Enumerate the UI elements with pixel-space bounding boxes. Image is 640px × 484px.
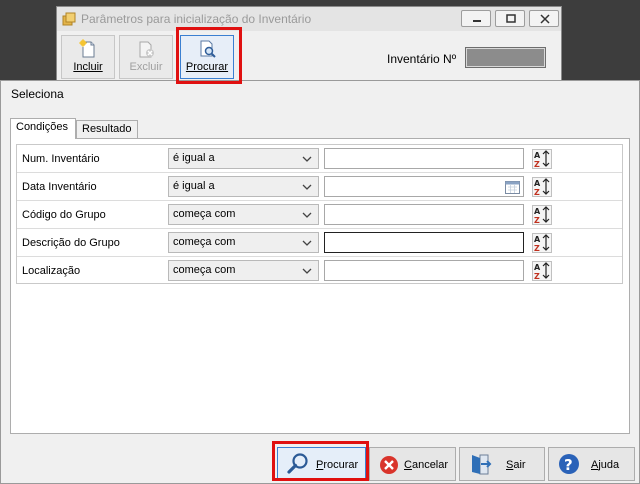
parent-window-title: Parâmetros para inicialização do Inventá…	[81, 12, 312, 26]
new-document-icon	[79, 39, 95, 58]
svg-text:A: A	[534, 179, 541, 188]
condition-label: Localização	[22, 265, 81, 277]
close-icon	[540, 14, 550, 24]
condition-row: Data Inventário é igual a A Z	[17, 173, 622, 201]
delete-document-icon	[139, 41, 154, 58]
sort-az-icon[interactable]: A Z	[532, 177, 552, 197]
sort-az-icon[interactable]: A Z	[532, 261, 552, 281]
maximize-icon	[506, 14, 516, 23]
excluir-button[interactable]: Excluir	[119, 35, 173, 79]
procurar-button-label: Procurar	[316, 459, 359, 471]
incluir-button[interactable]: Incluir	[61, 35, 115, 79]
operator-value: é igual a	[173, 180, 215, 192]
conditions-panel: Num. Inventário é igual a A Z Data Inven…	[10, 138, 630, 434]
ajuda-button[interactable]: ? Ajuda	[548, 447, 635, 481]
magnifier-icon	[287, 453, 308, 474]
sort-az-icon[interactable]: A Z	[532, 149, 552, 169]
value-input[interactable]	[324, 204, 524, 225]
search-document-icon	[200, 40, 216, 58]
condition-row: Descrição do Grupo começa com A Z	[17, 229, 622, 257]
value-input[interactable]	[324, 232, 524, 253]
svg-text:Z: Z	[534, 160, 540, 169]
tab-resultado[interactable]: Resultado	[76, 120, 138, 138]
cancelar-button[interactable]: Cancelar	[369, 447, 456, 481]
chevron-down-icon	[302, 212, 312, 218]
sort-az-icon[interactable]: A Z	[532, 233, 552, 253]
svg-text:A: A	[534, 151, 541, 160]
cancel-icon	[380, 456, 398, 474]
sair-button[interactable]: Sair	[459, 447, 545, 481]
procurar-label: Procurar	[185, 61, 229, 73]
chevron-down-icon	[302, 240, 312, 246]
value-input[interactable]	[324, 260, 524, 281]
date-input[interactable]	[324, 176, 524, 197]
condition-label: Código do Grupo	[22, 209, 106, 221]
condition-row: Num. Inventário é igual a A Z	[17, 145, 622, 173]
cancelar-button-label: Cancelar	[404, 459, 449, 471]
parent-window: Parâmetros para inicialização do Inventá…	[56, 6, 562, 90]
seleciona-dialog: Seleciona Condições Resultado Num. Inven…	[0, 80, 640, 484]
exit-door-icon	[472, 454, 492, 475]
svg-text:Z: Z	[534, 272, 540, 281]
close-button[interactable]	[529, 10, 559, 27]
procurar-button[interactable]: Procurar	[277, 447, 366, 481]
inventario-field[interactable]	[465, 47, 546, 68]
parent-titlebar: Parâmetros para inicialização do Inventá…	[57, 7, 561, 31]
svg-text:A: A	[534, 263, 541, 272]
condition-row: Localização começa com A Z	[17, 257, 622, 285]
minimize-button[interactable]	[461, 10, 491, 27]
toolbar-procurar-button[interactable]: Procurar	[180, 35, 234, 79]
excluir-label: Excluir	[129, 61, 163, 73]
chevron-down-icon	[302, 268, 312, 274]
svg-text:Z: Z	[534, 244, 540, 253]
button-bar: Procurar Cancelar Sair ? Ajuda	[1, 445, 639, 483]
ajuda-button-label: Ajuda	[591, 459, 620, 471]
operator-select[interactable]: começa com	[168, 204, 319, 225]
calendar-icon[interactable]	[505, 180, 520, 194]
condition-label: Data Inventário	[22, 181, 97, 193]
svg-text:A: A	[534, 235, 541, 244]
svg-text:Z: Z	[534, 216, 540, 225]
operator-value: é igual a	[173, 152, 215, 164]
operator-select[interactable]: é igual a	[168, 148, 319, 169]
inventario-label: Inventário Nº	[387, 52, 457, 66]
svg-text:?: ?	[564, 456, 573, 474]
operator-value: começa com	[173, 208, 236, 220]
operator-select[interactable]: começa com	[168, 232, 319, 253]
app-icon	[62, 12, 76, 26]
incluir-label: Incluir	[73, 61, 103, 73]
operator-select[interactable]: é igual a	[168, 176, 319, 197]
operator-select[interactable]: começa com	[168, 260, 319, 281]
operator-value: começa com	[173, 236, 236, 248]
chevron-down-icon	[302, 184, 312, 190]
tab-condicoes[interactable]: Condições	[10, 118, 76, 139]
sort-az-icon[interactable]: A Z	[532, 205, 552, 225]
maximize-button[interactable]	[495, 10, 525, 27]
svg-text:A: A	[534, 207, 541, 216]
help-icon: ?	[559, 454, 579, 474]
sair-button-label: Sair	[506, 459, 526, 471]
condition-label: Descrição do Grupo	[22, 237, 120, 249]
condition-label: Num. Inventário	[22, 153, 100, 165]
condition-row: Código do Grupo começa com A Z	[17, 201, 622, 229]
conditions-grid: Num. Inventário é igual a A Z Data Inven…	[16, 144, 623, 284]
chevron-down-icon	[302, 156, 312, 162]
svg-text:Z: Z	[534, 188, 540, 197]
value-input[interactable]	[324, 148, 524, 169]
minimize-icon	[473, 20, 481, 22]
dialog-title: Seleciona	[11, 87, 64, 101]
operator-value: começa com	[173, 264, 236, 276]
